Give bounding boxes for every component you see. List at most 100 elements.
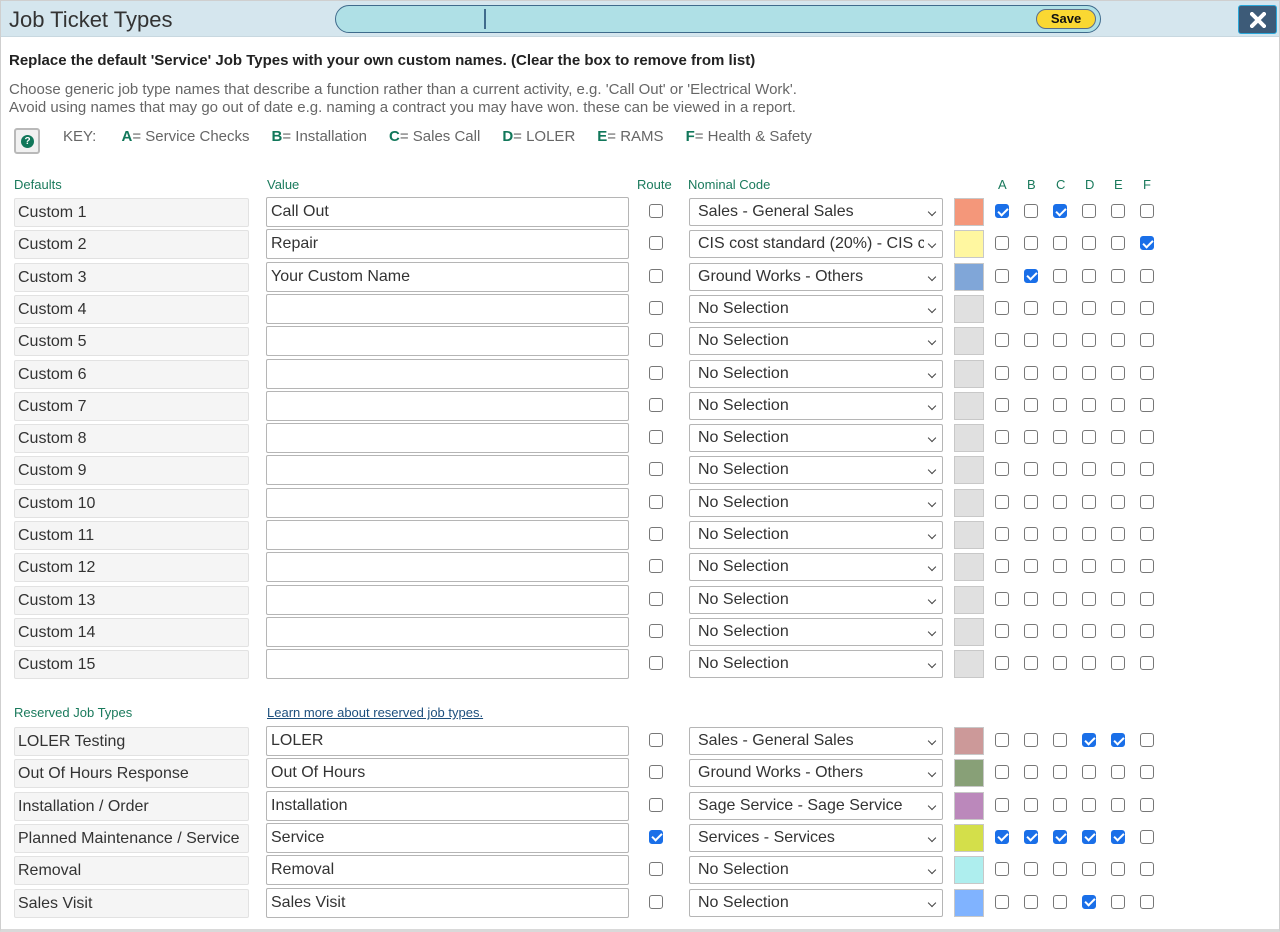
job-type-name-input[interactable] (266, 887, 629, 918)
flag-f-checkbox[interactable] (1140, 559, 1154, 574)
flag-c-checkbox[interactable] (1053, 333, 1067, 348)
flag-d-checkbox[interactable] (1082, 204, 1096, 218)
flag-e-checkbox[interactable] (1111, 623, 1125, 638)
flag-e-checkbox[interactable] (1111, 333, 1125, 348)
flag-f-checkbox[interactable] (1140, 430, 1154, 445)
help-button[interactable]: ? (14, 128, 40, 154)
flag-e-checkbox[interactable] (1111, 397, 1125, 412)
route-checkbox[interactable] (649, 236, 663, 251)
route-checkbox[interactable] (649, 797, 663, 812)
route-checkbox[interactable] (649, 623, 663, 638)
nominal-code-select[interactable]: Sage Service - Sage Service (689, 791, 943, 820)
flag-c-checkbox[interactable] (1053, 204, 1067, 218)
job-type-name-input[interactable] (266, 261, 629, 292)
flag-d-checkbox[interactable] (1082, 300, 1096, 315)
route-checkbox[interactable] (649, 894, 663, 909)
color-swatch[interactable] (954, 617, 984, 646)
flag-b-checkbox[interactable] (1024, 365, 1038, 380)
flag-e-checkbox[interactable] (1111, 765, 1125, 780)
route-checkbox[interactable] (649, 494, 663, 509)
flag-d-checkbox[interactable] (1082, 268, 1096, 283)
flag-c-checkbox[interactable] (1053, 300, 1067, 315)
route-checkbox[interactable] (649, 365, 663, 380)
nominal-code-select[interactable]: No Selection (689, 521, 943, 549)
color-swatch[interactable] (954, 359, 984, 388)
flag-c-checkbox[interactable] (1053, 797, 1067, 812)
flag-f-checkbox[interactable] (1140, 623, 1154, 638)
job-type-name-input[interactable] (266, 197, 629, 227)
flag-f-checkbox[interactable] (1140, 204, 1154, 218)
route-checkbox[interactable] (649, 733, 663, 747)
flag-a-checkbox[interactable] (995, 430, 1009, 445)
flag-c-checkbox[interactable] (1053, 365, 1067, 380)
nominal-code-select[interactable]: Sales - General Sales (689, 198, 943, 226)
flag-c-checkbox[interactable] (1053, 236, 1067, 251)
color-swatch[interactable] (954, 553, 984, 582)
close-button[interactable] (1238, 5, 1277, 34)
color-swatch[interactable] (954, 230, 984, 259)
flag-b-checkbox[interactable] (1024, 733, 1038, 747)
flag-f-checkbox[interactable] (1140, 591, 1154, 606)
flag-e-checkbox[interactable] (1111, 829, 1125, 844)
flag-d-checkbox[interactable] (1082, 397, 1096, 412)
flag-a-checkbox[interactable] (995, 527, 1009, 541)
route-checkbox[interactable] (649, 591, 663, 606)
flag-b-checkbox[interactable] (1024, 656, 1038, 671)
flag-a-checkbox[interactable] (995, 462, 1009, 477)
color-swatch[interactable] (954, 327, 984, 356)
nominal-code-select[interactable]: Sales - General Sales (689, 727, 943, 755)
job-type-name-input[interactable] (266, 790, 629, 821)
job-type-name-input[interactable] (266, 487, 629, 518)
flag-a-checkbox[interactable] (995, 300, 1009, 315)
flag-c-checkbox[interactable] (1053, 656, 1067, 671)
flag-a-checkbox[interactable] (995, 894, 1009, 909)
flag-f-checkbox[interactable] (1140, 527, 1154, 541)
flag-d-checkbox[interactable] (1082, 365, 1096, 380)
flag-b-checkbox[interactable] (1024, 430, 1038, 445)
color-swatch[interactable] (954, 727, 984, 755)
flag-e-checkbox[interactable] (1111, 462, 1125, 477)
flag-a-checkbox[interactable] (995, 862, 1009, 877)
nominal-code-select[interactable]: No Selection (689, 294, 943, 323)
route-checkbox[interactable] (649, 333, 663, 348)
route-checkbox[interactable] (649, 300, 663, 315)
nominal-code-select[interactable]: No Selection (689, 617, 943, 646)
nominal-code-select[interactable]: No Selection (689, 553, 943, 582)
flag-b-checkbox[interactable] (1024, 765, 1038, 780)
flag-c-checkbox[interactable] (1053, 862, 1067, 877)
color-swatch[interactable] (954, 262, 984, 291)
flag-d-checkbox[interactable] (1082, 559, 1096, 574)
flag-f-checkbox[interactable] (1140, 300, 1154, 315)
flag-a-checkbox[interactable] (995, 623, 1009, 638)
color-swatch[interactable] (954, 521, 984, 549)
flag-b-checkbox[interactable] (1024, 623, 1038, 638)
flag-a-checkbox[interactable] (995, 656, 1009, 671)
flag-e-checkbox[interactable] (1111, 656, 1125, 671)
flag-c-checkbox[interactable] (1053, 733, 1067, 747)
flag-c-checkbox[interactable] (1053, 623, 1067, 638)
flag-b-checkbox[interactable] (1024, 204, 1038, 218)
flag-a-checkbox[interactable] (995, 236, 1009, 251)
job-type-name-input[interactable] (266, 326, 629, 357)
flag-d-checkbox[interactable] (1082, 623, 1096, 638)
job-type-name-input[interactable] (266, 584, 629, 615)
nominal-code-select[interactable]: No Selection (689, 327, 943, 356)
flag-d-checkbox[interactable] (1082, 894, 1096, 909)
flag-c-checkbox[interactable] (1053, 829, 1067, 844)
flag-b-checkbox[interactable] (1024, 862, 1038, 877)
nominal-code-select[interactable]: Services - Services (689, 823, 943, 852)
flag-a-checkbox[interactable] (995, 765, 1009, 780)
flag-d-checkbox[interactable] (1082, 527, 1096, 541)
route-checkbox[interactable] (649, 829, 663, 844)
nominal-code-select[interactable]: No Selection (689, 391, 943, 420)
flag-a-checkbox[interactable] (995, 733, 1009, 747)
flag-b-checkbox[interactable] (1024, 829, 1038, 844)
color-swatch[interactable] (954, 198, 984, 226)
flag-f-checkbox[interactable] (1140, 733, 1154, 747)
flag-b-checkbox[interactable] (1024, 559, 1038, 574)
job-type-name-input[interactable] (266, 229, 629, 260)
flag-f-checkbox[interactable] (1140, 656, 1154, 671)
flag-a-checkbox[interactable] (995, 204, 1009, 218)
flag-b-checkbox[interactable] (1024, 797, 1038, 812)
route-checkbox[interactable] (649, 268, 663, 283)
